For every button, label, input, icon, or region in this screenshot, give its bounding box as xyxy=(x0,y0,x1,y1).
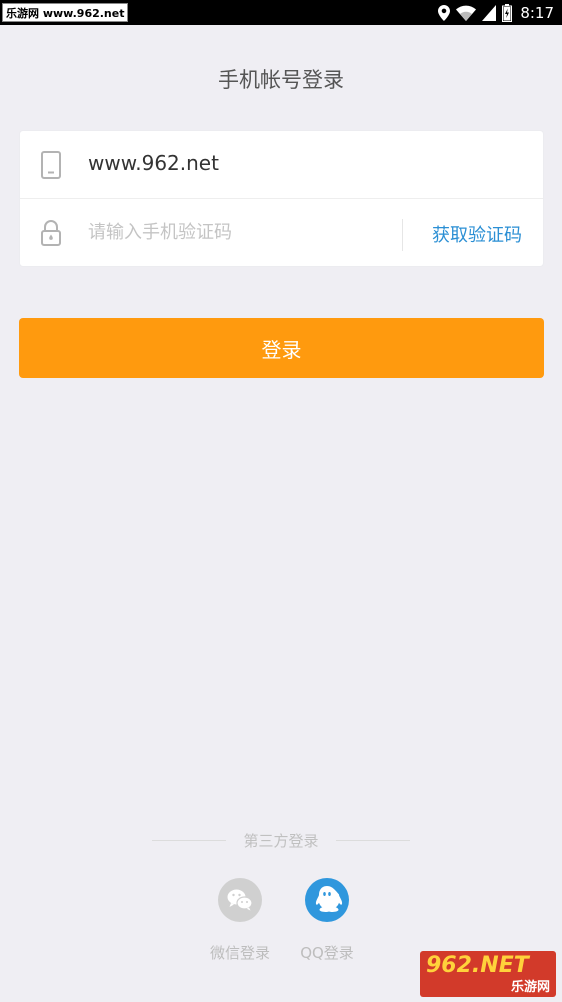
login-button[interactable]: 登录 xyxy=(19,318,544,378)
phone-number-field[interactable]: www.962.net xyxy=(88,151,219,175)
watermark-tag: 乐游网 www.962.net xyxy=(2,3,129,22)
qq-icon xyxy=(315,886,343,912)
get-code-button[interactable]: 获取验证码 xyxy=(418,221,536,247)
third-party-label: 第三方登录 xyxy=(243,832,319,850)
corner-watermark-logo: 962.NET 乐游网 xyxy=(420,951,556,997)
third-party-header: 第三方登录 xyxy=(0,830,562,852)
divider-left xyxy=(152,840,226,841)
wifi-icon xyxy=(456,5,477,21)
page-title: 手机帐号登录 xyxy=(218,68,344,92)
corner-logo-sub: 乐游网 xyxy=(510,980,550,995)
corner-logo-main: 962.NET xyxy=(426,953,529,978)
status-clock: 8:17 xyxy=(520,3,554,22)
code-divider xyxy=(402,219,403,251)
wechat-icon xyxy=(227,889,253,911)
wechat-circle[interactable] xyxy=(218,878,262,922)
divider-right xyxy=(336,840,410,841)
qq-circle[interactable] xyxy=(305,878,349,922)
verification-code-row: 获取验证码 xyxy=(20,199,543,267)
signal-icon xyxy=(482,4,497,21)
verification-code-input[interactable] xyxy=(88,217,388,247)
wechat-login-label: 微信登录 xyxy=(209,944,270,962)
battery-icon xyxy=(502,3,513,22)
status-icons: 8:17 xyxy=(438,0,554,25)
location-icon xyxy=(438,4,451,21)
phone-icon xyxy=(41,151,61,179)
qq-login-label: QQ登录 xyxy=(300,944,354,962)
status-bar: 乐游网 www.962.net 8:17 xyxy=(0,0,562,25)
login-form-card: www.962.net 获取验证码 xyxy=(19,130,544,267)
wechat-login-button[interactable]: 微信登录 xyxy=(200,878,280,964)
phone-row: www.962.net xyxy=(20,131,543,199)
qq-login-button[interactable]: QQ登录 xyxy=(287,878,367,964)
lock-icon xyxy=(41,220,61,246)
